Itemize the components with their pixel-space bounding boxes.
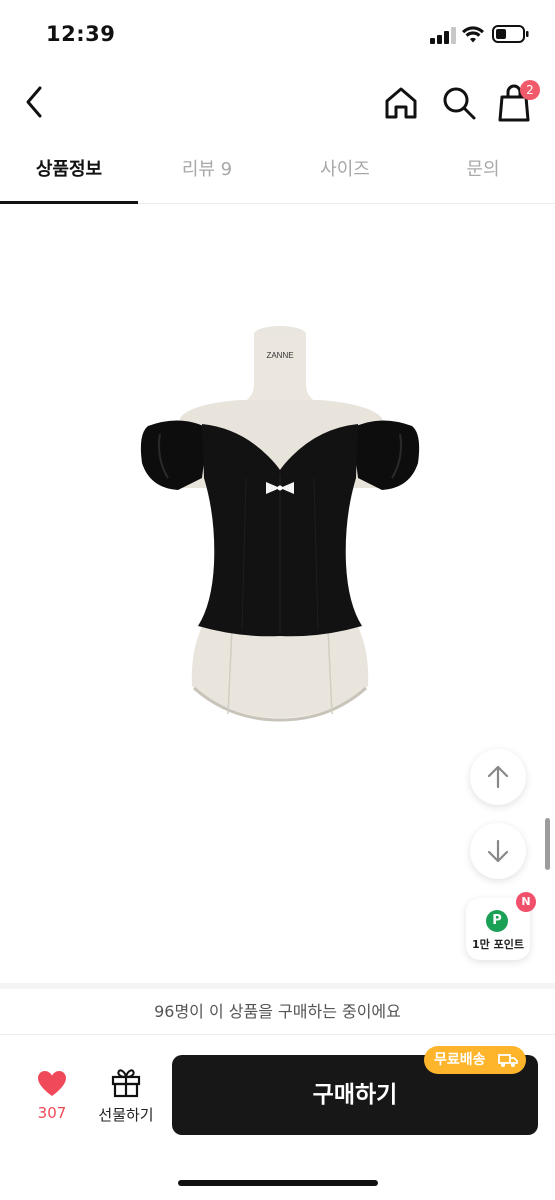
points-button[interactable]: P N 1만 포인트 — [466, 892, 536, 960]
scroll-down-button[interactable] — [470, 823, 526, 879]
gift-button[interactable]: 선물하기 — [90, 1066, 162, 1126]
tab-inquiry[interactable]: 문의 — [414, 140, 552, 204]
heart-icon — [38, 1071, 66, 1096]
tab-size[interactable]: 사이즈 — [276, 140, 414, 204]
scroll-up-button[interactable] — [470, 749, 526, 805]
scrollbar[interactable] — [545, 818, 550, 870]
cellular-signal-icon — [430, 26, 456, 44]
cart-count-badge: 2 — [520, 80, 540, 100]
tab-product-info[interactable]: 상품정보 — [0, 140, 138, 204]
cart-button[interactable]: 2 — [494, 80, 540, 126]
tab-reviews[interactable]: 리뷰 9 — [138, 140, 276, 204]
mannequin-brand-text: ZANNE — [266, 351, 293, 360]
product-image: ZANNE — [140, 326, 420, 722]
free-shipping-label: 무료배송 — [434, 1052, 486, 1068]
product-tabs: 상품정보 리뷰 9 사이즈 문의 — [0, 140, 555, 204]
arrow-down-icon — [487, 839, 509, 863]
status-bar: 12:39 — [0, 0, 555, 70]
status-time: 12:39 — [46, 22, 116, 46]
buyers-notice: 96명이 이 상품을 구매하는 중이에요 — [0, 989, 555, 1035]
back-icon[interactable] — [14, 82, 54, 122]
point-icon: P — [486, 910, 508, 932]
arrow-up-icon — [487, 765, 509, 789]
home-indicator[interactable] — [178, 1180, 378, 1186]
points-label: 1만 포인트 — [472, 938, 524, 951]
search-icon[interactable] — [438, 82, 480, 124]
home-icon[interactable] — [380, 82, 422, 124]
wifi-icon — [462, 26, 484, 43]
like-count: 307 — [37, 1104, 67, 1122]
free-shipping-badge: 무료배송 — [424, 1046, 526, 1074]
new-badge: N — [516, 892, 536, 912]
top-navigation: 2 — [0, 70, 555, 140]
gift-label: 선물하기 — [98, 1106, 154, 1124]
truck-icon — [498, 1054, 518, 1067]
battery-icon — [492, 25, 529, 43]
like-button[interactable]: 307 — [24, 1066, 80, 1126]
gift-icon — [111, 1069, 141, 1098]
